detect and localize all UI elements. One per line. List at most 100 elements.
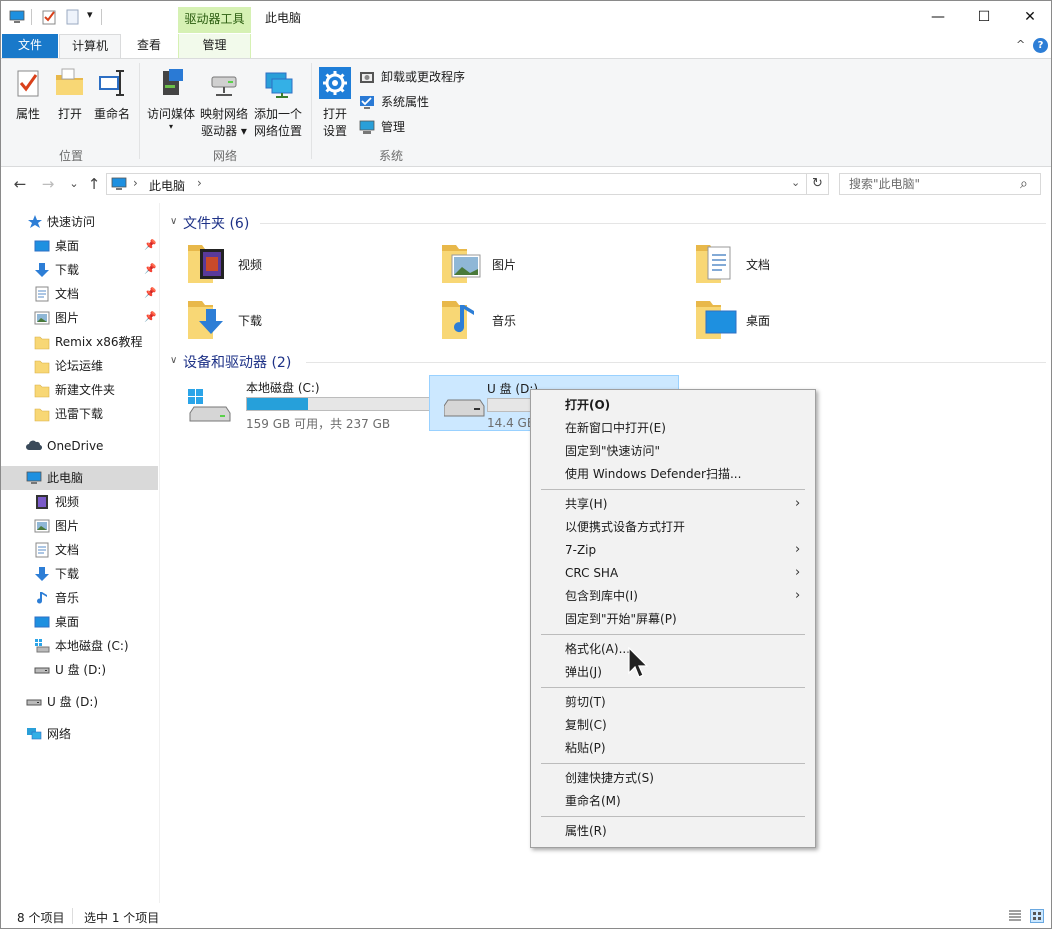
menu-pin-start[interactable]: 固定到"开始"屏幕(P) — [533, 608, 813, 630]
menu-format[interactable]: 格式化(A)... — [533, 638, 813, 660]
collapse-ribbon-icon[interactable]: ^ — [1016, 38, 1025, 51]
menu-properties[interactable]: 属性(R) — [533, 820, 813, 842]
minimize-button[interactable]: — — [915, 1, 961, 33]
nav-pc-pictures[interactable]: 图片 — [1, 514, 158, 538]
nav-network[interactable]: 网络 — [1, 722, 158, 746]
menu-paste[interactable]: 粘贴(P) — [533, 737, 813, 759]
nav-qa-xunlei[interactable]: 迅雷下载 — [1, 402, 158, 426]
menu-open-new-window[interactable]: 在新窗口中打开(E) — [533, 417, 813, 439]
nav-pc-usb[interactable]: U 盘 (D:) — [1, 658, 158, 682]
tab-view[interactable]: 查看 — [123, 34, 175, 58]
nav-qa-remix[interactable]: Remix x86教程 — [1, 330, 158, 354]
up-button[interactable]: ↑ — [85, 175, 103, 193]
add-location-label-2: 网络位置 — [253, 124, 302, 138]
details-view-icon[interactable] — [1008, 910, 1022, 922]
nav-onedrive[interactable]: OneDrive — [1, 434, 158, 458]
properties-button[interactable]: 属性 — [11, 67, 45, 123]
folder-music[interactable]: 音乐 — [440, 295, 680, 347]
menu-include-library[interactable]: 包含到库中(I) › — [533, 585, 813, 607]
nav-qa-desktop[interactable]: 桌面 📌 — [1, 234, 158, 258]
menu-separator — [541, 763, 805, 764]
folder-pictures[interactable]: 图片 — [440, 239, 680, 291]
nav-usb-root[interactable]: U 盘 (D:) — [1, 690, 158, 714]
folder-documents[interactable]: 文档 — [694, 239, 934, 291]
folder-videos[interactable]: 视频 — [186, 239, 426, 291]
address-dropdown-icon[interactable]: ⌄ — [791, 176, 800, 189]
recent-locations-button[interactable]: ⌄ — [65, 175, 83, 193]
breadcrumb-this-pc[interactable]: 此电脑 — [149, 177, 185, 194]
open-settings-button[interactable]: 打开 设置 — [317, 67, 353, 140]
folders-section-header[interactable]: ∨ 文件夹 (6) — [170, 213, 249, 233]
folders-section-title: 文件夹 (6) — [183, 216, 250, 232]
devices-section-header[interactable]: ∨ 设备和驱动器 (2) — [170, 352, 291, 372]
nav-qa-documents[interactable]: 文档 📌 — [1, 282, 158, 306]
nav-qa-new-folder[interactable]: 新建文件夹 — [1, 378, 158, 402]
nav-pc-music[interactable]: 音乐 — [1, 586, 158, 610]
access-media-button[interactable]: 访问媒体 ▾ — [145, 67, 197, 131]
nav-qa-pictures[interactable]: 图片 📌 — [1, 306, 158, 330]
qat-dropdown-icon[interactable]: ▾ — [87, 8, 93, 21]
tab-computer[interactable]: 计算机 — [59, 34, 121, 58]
nav-label: 此电脑 — [47, 471, 84, 485]
maximize-button[interactable]: ☐ — [961, 1, 1007, 33]
pin-icon: 📌 — [144, 288, 157, 299]
nav-pc-local-disk[interactable]: 本地磁盘 (C:) — [1, 634, 158, 658]
computer-management-icon — [359, 120, 375, 134]
menu-defender-scan[interactable]: 使用 Windows Defender扫描... — [533, 463, 813, 485]
new-folder-icon[interactable] — [65, 9, 81, 25]
menu-share[interactable]: 共享(H) › — [533, 493, 813, 515]
folder-desktop[interactable]: 桌面 — [694, 295, 934, 347]
menu-create-shortcut[interactable]: 创建快捷方式(S) — [533, 767, 813, 789]
document-icon — [35, 542, 49, 558]
nav-label: 桌面 — [55, 615, 80, 629]
refresh-button[interactable]: ↻ — [807, 173, 829, 195]
address-bar[interactable]: › 此电脑 › ⌄ — [106, 173, 807, 195]
desktop-icon — [34, 616, 50, 628]
breadcrumb-chevron-icon[interactable]: › — [133, 176, 138, 190]
search-input[interactable]: 搜索"此电脑" ⌕ — [839, 173, 1041, 195]
tab-file[interactable]: 文件 — [2, 34, 58, 58]
menu-eject[interactable]: 弹出(J) — [533, 661, 813, 683]
tab-manage[interactable]: 管理 — [178, 34, 251, 58]
menu-open-portable[interactable]: 以便携式设备方式打开 — [533, 516, 813, 538]
menu-rename[interactable]: 重命名(M) — [533, 790, 813, 812]
picture-icon — [34, 311, 50, 325]
nav-quick-access[interactable]: 快速访问 — [1, 210, 158, 234]
menu-open[interactable]: 打开(O) — [533, 394, 813, 416]
menu-pin-quick-access[interactable]: 固定到"快速访问" — [533, 440, 813, 462]
folder-downloads[interactable]: 下载 — [186, 295, 426, 347]
menu-cut[interactable]: 剪切(T) — [533, 691, 813, 713]
nav-qa-forum[interactable]: 论坛运维 — [1, 354, 158, 378]
status-bar: 8 个项目 选中 1 个项目 — [1, 905, 1051, 928]
properties-icon[interactable] — [41, 9, 57, 25]
uninstall-programs-button[interactable]: 卸载或更改程序 — [359, 67, 465, 87]
search-icon[interactable]: ⌕ — [1020, 174, 1028, 194]
drive-c[interactable]: 本地磁盘 (C:) 159 GB 可用，共 237 GB — [174, 375, 434, 431]
system-properties-button[interactable]: 系统属性 — [359, 92, 429, 112]
nav-this-pc[interactable]: 此电脑 — [1, 466, 158, 490]
nav-qa-downloads[interactable]: 下载 📌 — [1, 258, 158, 282]
add-network-location-button[interactable]: 添加一个 网络位置 — [251, 67, 305, 140]
menu-copy[interactable]: 复制(C) — [533, 714, 813, 736]
nav-pc-documents[interactable]: 文档 — [1, 538, 158, 562]
pin-icon: 📌 — [144, 240, 157, 251]
usb-drive-icon — [444, 399, 485, 417]
nav-pc-downloads[interactable]: 下载 — [1, 562, 158, 586]
breadcrumb-chevron-icon[interactable]: › — [197, 176, 202, 190]
manage-button[interactable]: 管理 — [359, 117, 405, 137]
open-button[interactable]: 打开 — [53, 67, 87, 123]
large-icons-view-icon[interactable] — [1030, 909, 1044, 923]
download-arrow-icon — [35, 263, 49, 277]
menu-7zip[interactable]: 7-Zip › — [533, 539, 813, 561]
qat-separator — [31, 9, 32, 25]
forward-button[interactable]: → — [39, 175, 57, 193]
rename-button[interactable]: 重命名 — [93, 67, 131, 123]
nav-pc-videos[interactable]: 视频 — [1, 490, 158, 514]
menu-crc-sha[interactable]: CRC SHA › — [533, 562, 813, 584]
network-drive-icon — [211, 76, 237, 96]
help-icon[interactable]: ? — [1033, 38, 1048, 53]
close-button[interactable]: ✕ — [1007, 1, 1051, 33]
nav-pc-desktop[interactable]: 桌面 — [1, 610, 158, 634]
map-network-drive-button[interactable]: 映射网络 驱动器 ▾ — [199, 67, 249, 140]
back-button[interactable]: ← — [11, 175, 29, 193]
